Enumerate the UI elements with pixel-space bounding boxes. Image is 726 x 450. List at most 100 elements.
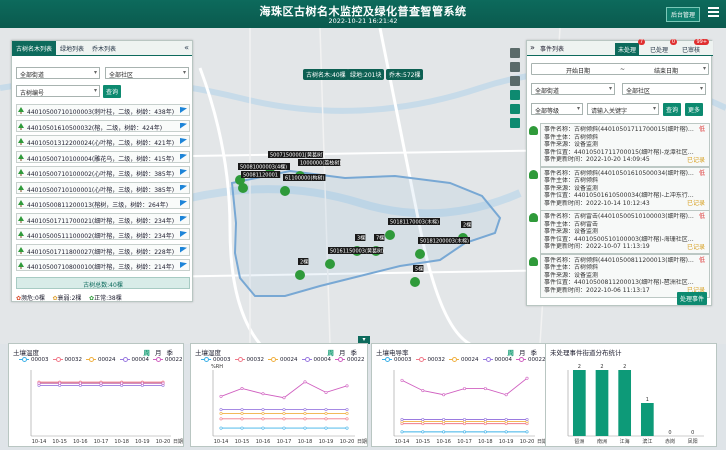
event-name: 事件名称：古树倾斜(44010501610500034(细叶榕)…: [544, 169, 694, 177]
location-flag-icon[interactable]: [180, 215, 187, 222]
admin-button[interactable]: 后台管理: [665, 7, 700, 22]
tree-marker-icon[interactable]: [325, 259, 335, 269]
tree-marker-label: 3棵: [357, 235, 365, 242]
location-flag-icon[interactable]: [180, 231, 187, 237]
tree-marker-label: 50081000003(4棵): [240, 164, 287, 171]
tree-icon: [18, 153, 24, 161]
tree-marker-icon[interactable]: [410, 277, 420, 287]
tab-ancient-trees[interactable]: 古树名木列表: [12, 41, 57, 55]
data-point: [483, 430, 487, 434]
start-date[interactable]: 开始日期: [566, 66, 590, 75]
layer-tool-icon[interactable]: [510, 48, 520, 58]
data-point: [345, 426, 349, 430]
event-panel-title: 事件列表: [540, 46, 565, 53]
tree-list-item[interactable]: 44010500710100004(雕花乌，二级，树龄：415年): [16, 150, 190, 163]
tree-list-item[interactable]: 44010500710100001(心叶榕，三级，树龄：385年): [16, 181, 190, 194]
location-flag-icon[interactable]: [180, 107, 187, 113]
zoom-out-icon[interactable]: [510, 76, 520, 86]
data-point: [261, 412, 265, 416]
event-tab-0[interactable]: 未处理 7: [615, 39, 646, 56]
tree-marker-icon[interactable]: [238, 183, 248, 193]
location-flag-icon[interactable]: [180, 262, 187, 268]
zoom-in-icon[interactable]: [510, 62, 520, 72]
tree-list-item[interactable]: 44010500710100003(刺叶桂，二级，树龄：438年): [16, 104, 190, 116]
x-tick-label: 10-17: [277, 439, 292, 445]
keyword-input[interactable]: 请输入关键字: [587, 103, 659, 115]
tree-marker-icon[interactable]: [295, 270, 305, 280]
data-point: [442, 418, 446, 422]
location-flag-icon[interactable]: [180, 122, 187, 129]
event-tab-2[interactable]: 已审核 99+: [679, 39, 710, 56]
event-card[interactable]: 事件名称：古树倾斜(44010501610500034(细叶榕)… 事件主体：古树…: [529, 166, 710, 211]
location-flag-icon[interactable]: [180, 169, 187, 175]
event-record: 已记录: [686, 243, 705, 251]
event-card[interactable]: 事件名称：古树倾斜(44010501711700015(细叶榕)… 事件主体：古树…: [529, 123, 710, 167]
y-axis-label: %RH: [211, 364, 223, 370]
tree-list-item[interactable]: 44010501711800027(细叶榕，三级，树龄：228年): [16, 243, 190, 256]
event-location: 事件位置：44010501711700015(细叶榕)-龙潭社区…: [544, 148, 694, 156]
event-community-select[interactable]: 全部社区: [622, 83, 706, 95]
tree-marker-label: 5棵: [415, 266, 423, 273]
app-datetime: 2022-10-21 16:21:42: [328, 17, 398, 25]
event-tab-badge: 0: [669, 39, 678, 45]
event-tab-1[interactable]: 已处理 0: [647, 39, 678, 56]
location-flag-icon[interactable]: [180, 184, 187, 191]
menu-icon[interactable]: [708, 5, 719, 17]
location-flag-icon[interactable]: [180, 153, 187, 160]
event-location: 事件位置：44010500510100003(细叶榕)-海珊社区…: [544, 235, 694, 243]
tree-list-item-label: 44010500710100001(心叶榕，三级，树龄：385年): [27, 186, 175, 194]
tree-list-item[interactable]: 44010501711700021(细叶榕，三级，树龄：234年): [16, 212, 190, 225]
tree-list-item[interactable]: 44010500811200013(榕树，三级，树龄：264年): [16, 197, 190, 209]
data-point: [303, 426, 307, 430]
tab-greenland[interactable]: 绿地列表: [56, 41, 88, 55]
chart-plot: 10-14 10-15 10-16 10-17 10-18 10-19 10-20 日期: [393, 370, 547, 445]
x-tick-label: 10-19: [319, 439, 334, 445]
data-point: [282, 417, 286, 421]
tree-list-item[interactable]: 44010500710800010(细叶榕，三级，树龄：214年): [16, 259, 190, 271]
bar-value-label: 0: [691, 430, 694, 436]
process-event-button[interactable]: 处理事件: [677, 292, 708, 305]
event-card[interactable]: 事件名称：古树雷击(44010500510100003(细叶榕)… 事件主体：古树…: [529, 210, 710, 254]
more-button[interactable]: 更多: [685, 103, 704, 116]
collapse-icon[interactable]: «: [181, 41, 192, 55]
event-search-button[interactable]: 查询: [663, 103, 682, 116]
community-select[interactable]: 全部社区: [105, 67, 189, 79]
chart-plot: 10-14 10-15 10-16 10-17 10-18 10-19 10-20 日期: [30, 370, 183, 445]
event-tab-label: 未处理: [618, 47, 637, 54]
x-tick-label: 10-20: [156, 439, 171, 445]
tree-list-item[interactable]: 44010501312200024(心叶榕，二级，树龄：421年): [16, 135, 190, 147]
data-point: [400, 418, 404, 422]
tree-marker-icon[interactable]: [280, 186, 290, 196]
x-axis-label: 日期: [357, 439, 367, 445]
bar-value-label: 2: [623, 364, 626, 370]
chart-plot: 10-14 10-15 10-16 10-17 10-18 10-19 10-20 日期 %RH: [211, 364, 367, 445]
tab-arbor[interactable]: 乔木列表: [88, 41, 120, 55]
end-date[interactable]: 结束日期: [654, 66, 678, 75]
x-tick-label: 10-15: [416, 439, 431, 445]
level-select[interactable]: 全部等级: [531, 103, 583, 115]
bar-南洲: [595, 370, 609, 436]
location-flag-icon[interactable]: [180, 200, 187, 206]
series-line-00022: [220, 381, 348, 399]
reset-view-icon[interactable]: [510, 118, 520, 128]
tree-icon: [18, 122, 24, 130]
tree-list-item[interactable]: 44010500511100002(细叶榕，三级，树龄：234年): [16, 228, 190, 240]
location-flag-icon[interactable]: [180, 138, 187, 144]
tree-list-item[interactable]: 44010501610500032(榕，二级，树龄：424年): [16, 119, 190, 132]
tree-code-input[interactable]: 古树编号: [16, 85, 100, 97]
tree-marker-icon[interactable]: [415, 249, 425, 259]
x-tick-label: 10-15: [52, 439, 67, 445]
date-range[interactable]: 开始日期 ~ 结束日期: [531, 63, 709, 75]
tree-list-item[interactable]: 44010500710100002(心叶榕，三级，树龄：385年): [16, 166, 190, 178]
fullscreen-icon[interactable]: [510, 104, 520, 114]
locate-icon[interactable]: [510, 90, 520, 100]
district-select[interactable]: 全部街道: [16, 67, 100, 79]
search-button[interactable]: 查询: [103, 85, 122, 98]
event-district-select[interactable]: 全部街道: [531, 83, 615, 95]
data-point: [282, 426, 286, 430]
tree-marker-icon[interactable]: [385, 230, 395, 240]
expand-icon[interactable]: »: [530, 43, 535, 52]
chart-panel-1: 土壤温度周月季 00003 00032 00024 00004 00022 10-14 10-…: [8, 343, 184, 447]
location-flag-icon[interactable]: [180, 246, 187, 253]
event-card[interactable]: 事件名称：古树倾斜(44010500811200013(细叶榕)… 事件主体：古树…: [529, 253, 710, 298]
